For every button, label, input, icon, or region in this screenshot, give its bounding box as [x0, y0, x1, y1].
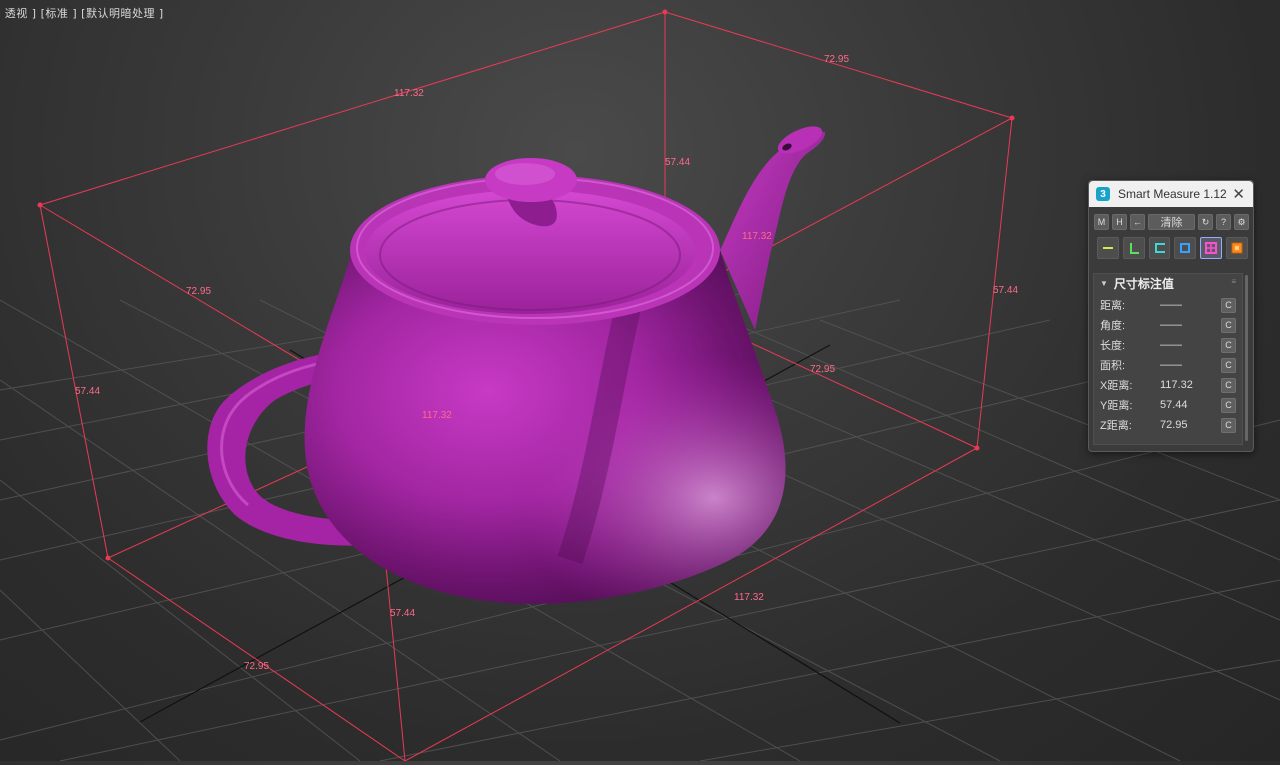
- row-label: 长度:: [1100, 340, 1126, 352]
- copy-button[interactable]: C: [1221, 377, 1236, 393]
- angle-mode-button[interactable]: [1122, 237, 1145, 259]
- measure-mode-toolbar: [1089, 230, 1253, 259]
- row-area: 面积: —— C: [1100, 356, 1236, 374]
- dim-label-y-left: 72.95: [186, 286, 211, 297]
- row-distance: 距离: —— C: [1100, 296, 1236, 314]
- 3dsmax-app-icon: 3: [1096, 187, 1110, 201]
- panel-scrollbar[interactable]: [1245, 275, 1248, 441]
- smart-measure-panel: 3 Smart Measure 1.12 ✕ M H ← 清除 ↻ ? ⚙ ▼ …: [1088, 180, 1254, 452]
- copy-button[interactable]: C: [1221, 317, 1236, 333]
- collapse-arrow-icon[interactable]: ▼: [1100, 279, 1108, 288]
- area-mode-button[interactable]: [1174, 237, 1197, 259]
- volume-mode-button[interactable]: [1226, 237, 1248, 259]
- square-icon: [1180, 243, 1191, 253]
- copy-button[interactable]: C: [1221, 417, 1236, 433]
- help-button[interactable]: ?: [1216, 214, 1231, 230]
- row-z-distance: Z距离: 72.95 C: [1100, 416, 1236, 434]
- h-button[interactable]: H: [1112, 214, 1127, 230]
- bbox-mode-button[interactable]: [1200, 237, 1223, 259]
- row-angle: 角度: —— C: [1100, 316, 1236, 334]
- clear-button[interactable]: 清除: [1148, 214, 1195, 230]
- dim-label-y-bottom: 72.95: [244, 661, 269, 672]
- rollout-header[interactable]: ▼ 尺寸标注值 ≡: [1094, 274, 1242, 292]
- dim-label-x-bottom: 117.32: [734, 592, 764, 603]
- dimension-values-rollout: ▼ 尺寸标注值 ≡ 距离: —— C 角度: —— C 长度: —— C 面积:…: [1093, 273, 1243, 445]
- row-label: Y距离:: [1100, 400, 1133, 412]
- dim-label-z-right: 57.44: [993, 285, 1018, 296]
- bbox-icon: [1205, 242, 1218, 254]
- row-value: ——: [1160, 299, 1182, 311]
- dim-label-y-right: 72.95: [810, 364, 835, 375]
- row-value: ——: [1160, 319, 1182, 331]
- dim-label-z-center: 57.44: [665, 157, 690, 168]
- row-label: X距离:: [1100, 380, 1133, 392]
- row-label: 角度:: [1100, 320, 1126, 332]
- refresh-button[interactable]: ↻: [1198, 214, 1213, 230]
- back-arrow-button[interactable]: ←: [1130, 214, 1145, 230]
- panel-titlebar[interactable]: 3 Smart Measure 1.12 ✕: [1089, 181, 1253, 207]
- row-value: 117.32: [1160, 379, 1193, 391]
- row-label: 面积:: [1100, 360, 1126, 372]
- bracket-icon: [1154, 243, 1165, 253]
- teapot-model[interactable]: [207, 121, 826, 604]
- close-icon[interactable]: ✕: [1232, 185, 1245, 203]
- copy-button[interactable]: C: [1221, 297, 1236, 313]
- line-icon: [1102, 247, 1113, 249]
- dim-label-x-mid: 117.32: [742, 231, 772, 242]
- row-y-distance: Y距离: 57.44 C: [1100, 396, 1236, 414]
- m-button[interactable]: M: [1094, 214, 1109, 230]
- copy-button[interactable]: C: [1221, 337, 1236, 353]
- settings-button[interactable]: ⚙: [1234, 214, 1249, 230]
- dim-label-z-left: 57.44: [75, 386, 100, 397]
- dim-label-x-center: 117.32: [422, 410, 452, 421]
- viewport-menu-label[interactable]: [ 透视 ] [标准 ] [默认明暗处理 ]: [0, 5, 164, 21]
- row-label: 距离:: [1100, 300, 1126, 312]
- dim-label-x-top: 117.32: [394, 88, 424, 99]
- row-value: ——: [1160, 339, 1182, 351]
- dim-label-y-top: 72.95: [824, 54, 849, 65]
- cube-icon: [1231, 242, 1243, 254]
- toolbar-row: M H ← 清除 ↻ ? ⚙: [1089, 207, 1253, 230]
- rollout-menu-icon[interactable]: ≡: [1231, 277, 1236, 286]
- panel-title: Smart Measure 1.12: [1118, 187, 1227, 201]
- line-mode-button[interactable]: [1097, 237, 1119, 259]
- copy-button[interactable]: C: [1221, 397, 1236, 413]
- dim-label-z-bottom: 57.44: [390, 608, 415, 619]
- row-value: 72.95: [1160, 419, 1188, 431]
- angle-icon: [1129, 243, 1139, 254]
- rollout-title: 尺寸标注值: [1113, 276, 1174, 291]
- copy-button[interactable]: C: [1221, 357, 1236, 373]
- row-value: 57.44: [1160, 399, 1188, 411]
- row-x-distance: X距离: 117.32 C: [1100, 376, 1236, 394]
- length-mode-button[interactable]: [1148, 237, 1171, 259]
- row-length: 长度: —— C: [1100, 336, 1236, 354]
- row-value: ——: [1160, 359, 1182, 371]
- row-label: Z距离:: [1100, 420, 1132, 432]
